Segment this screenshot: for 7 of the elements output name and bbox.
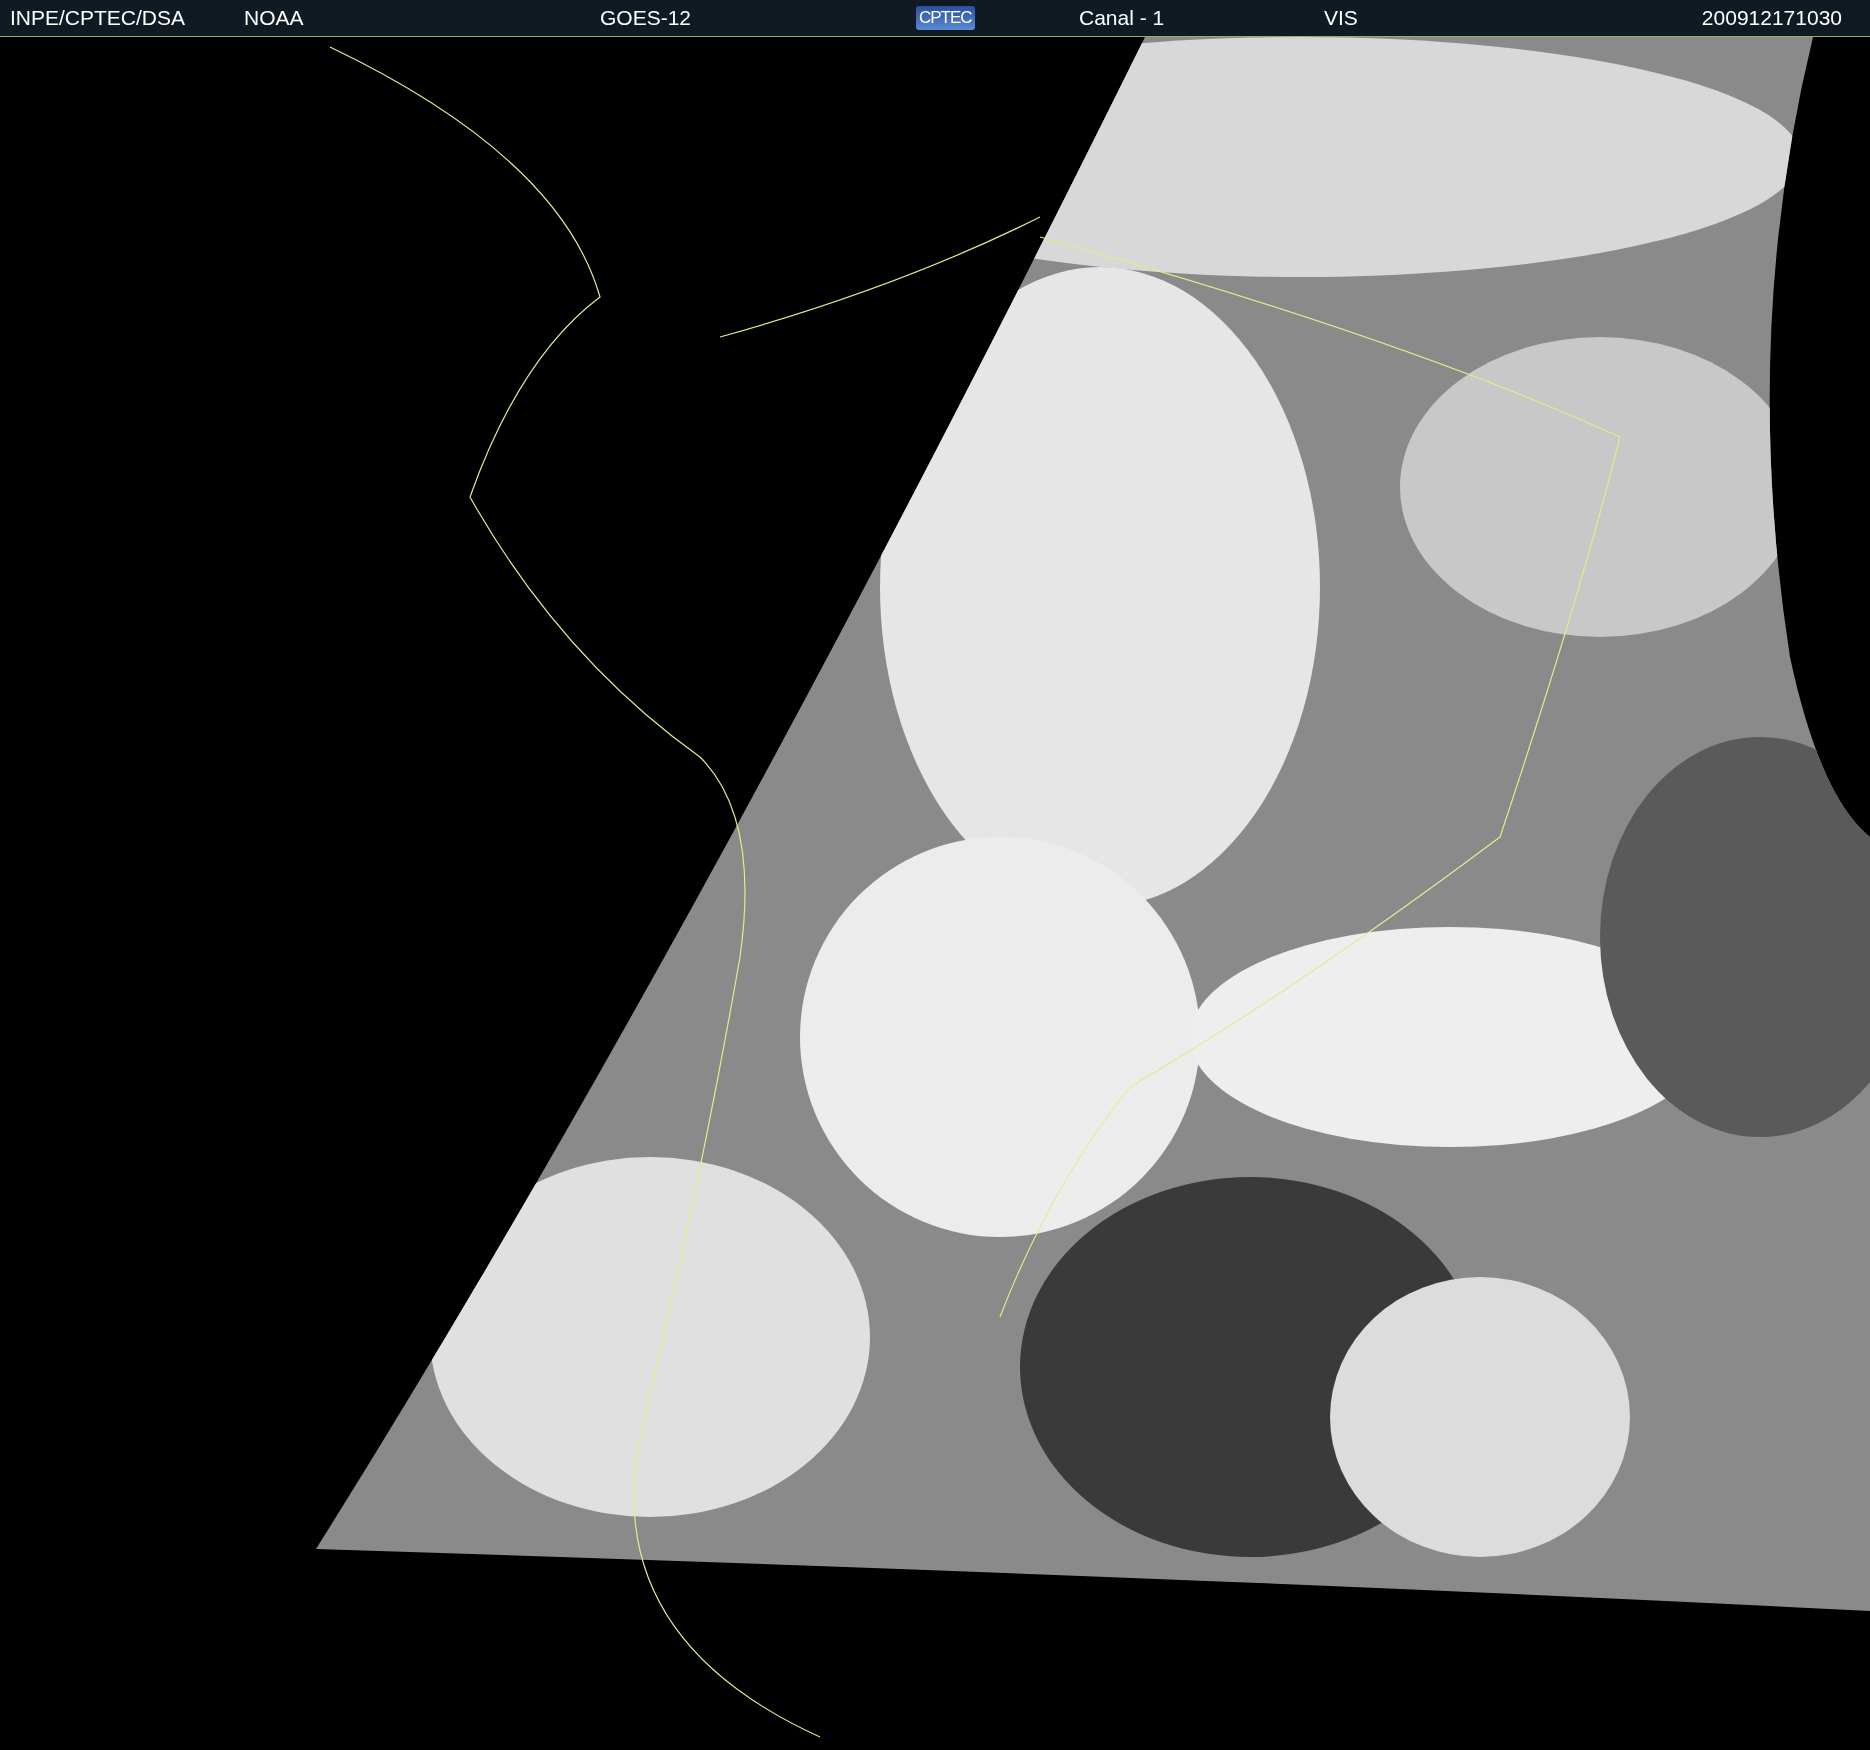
source-label: INPE/CPTEC/DSA <box>10 6 187 30</box>
channel-label: Canal - 1 <box>1079 6 1166 30</box>
agency-label: NOAA <box>244 6 305 30</box>
satellite-label: GOES-12 <box>600 6 693 30</box>
logo: CPTEC <box>916 6 975 30</box>
timestamp-label: 200912171030 <box>1701 6 1842 30</box>
band-label: VIS <box>1324 6 1359 30</box>
